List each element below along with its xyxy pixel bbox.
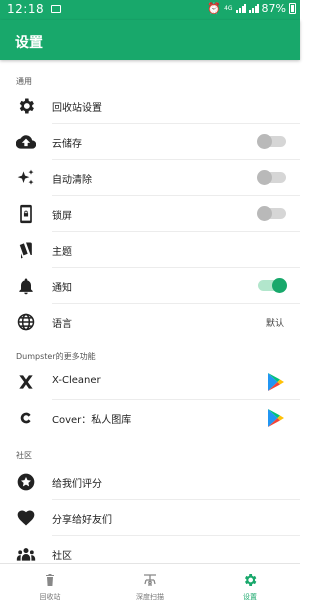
community-share[interactable]: 分享给好友们 xyxy=(0,500,300,536)
image-notification-icon xyxy=(51,5,61,13)
battery-percent: 87% xyxy=(261,2,286,15)
settings-list[interactable]: 通用 回收站设置 云储存 自动清除 锁屏 主题 通知 语言 默认 Dumpste… xyxy=(0,60,300,563)
toggle-thumb xyxy=(257,206,272,221)
trash-icon xyxy=(42,572,58,588)
lock-screen-toggle[interactable] xyxy=(257,206,286,221)
tab-settings[interactable]: 设置 xyxy=(200,564,300,607)
battery-icon xyxy=(289,3,296,14)
signal-icon xyxy=(235,4,246,13)
phone-lock-icon xyxy=(16,204,36,224)
setting-label: 云储存 xyxy=(52,139,82,150)
setting-lock-screen[interactable]: 锁屏 xyxy=(0,196,300,232)
theme-cards-icon xyxy=(16,240,36,260)
setting-label: 自动清除 xyxy=(52,175,92,186)
community-label: 分享给好友们 xyxy=(52,515,112,526)
play-store-icon[interactable] xyxy=(267,408,285,428)
bell-icon xyxy=(16,276,36,296)
bottom-navigation: 回收站 深度扫描 设置 xyxy=(0,563,300,607)
cover-c-icon xyxy=(16,408,36,428)
feature-label: X-Cleaner xyxy=(52,375,101,386)
auto-clean-toggle[interactable] xyxy=(257,170,286,185)
cloud-storage-toggle[interactable] xyxy=(257,134,286,149)
tab-label: 设置 xyxy=(243,593,257,601)
tab-deep-scan[interactable]: 深度扫描 xyxy=(100,564,200,607)
settings-icon xyxy=(242,572,258,588)
app-bar: 设置 xyxy=(0,20,300,60)
deep-scan-icon xyxy=(142,572,158,588)
alarm-icon: ⏰ xyxy=(207,2,222,15)
setting-label: 通知 xyxy=(52,283,72,294)
signal-icon-2 xyxy=(248,4,259,13)
community-label: 社区 xyxy=(52,551,72,562)
setting-label: 语言 xyxy=(52,319,72,330)
section-label-community: 社区 xyxy=(16,451,32,460)
setting-notifications[interactable]: 通知 xyxy=(0,268,300,304)
setting-label: 锁屏 xyxy=(52,211,72,222)
status-indicators: ⏰ 4G 87% xyxy=(207,2,296,15)
community-icon xyxy=(16,544,36,563)
toggle-thumb xyxy=(272,278,287,293)
sparkle-icon xyxy=(16,168,36,188)
setting-theme[interactable]: 主题 xyxy=(0,232,300,268)
status-time: 12:18 xyxy=(7,2,45,16)
setting-language[interactable]: 语言 默认 xyxy=(0,304,300,340)
setting-recycle-bin[interactable]: 回收站设置 xyxy=(0,88,300,124)
tab-label: 深度扫描 xyxy=(136,593,164,601)
feature-label: Cover：私人图库 xyxy=(52,415,132,426)
section-label-more-features: Dumpster的更多功能 xyxy=(16,352,96,361)
page-title: 设置 xyxy=(15,35,43,51)
feature-cover[interactable]: Cover：私人图库 xyxy=(0,400,300,436)
feature-x-cleaner[interactable]: X-Cleaner xyxy=(0,364,300,400)
tab-label: 回收站 xyxy=(39,593,61,601)
notifications-toggle[interactable] xyxy=(258,278,287,293)
globe-icon xyxy=(16,312,36,332)
heart-icon xyxy=(16,508,36,528)
toggle-thumb xyxy=(257,134,272,149)
language-value: 默认 xyxy=(265,319,284,329)
status-bar: 12:18 ⏰ 4G 87% xyxy=(0,0,300,20)
community-rate-us[interactable]: 给我们评分 xyxy=(0,464,300,500)
play-store-icon[interactable] xyxy=(267,372,285,392)
setting-label: 主题 xyxy=(52,247,72,258)
setting-cloud-storage[interactable]: 云储存 xyxy=(0,124,300,160)
tab-recycle-bin[interactable]: 回收站 xyxy=(0,564,100,607)
section-label-general: 通用 xyxy=(16,77,32,86)
community-community[interactable]: 社区 xyxy=(0,536,300,563)
gear-icon xyxy=(16,96,36,116)
setting-label: 回收站设置 xyxy=(52,103,102,114)
community-label: 给我们评分 xyxy=(52,479,102,490)
toggle-thumb xyxy=(257,170,272,185)
setting-auto-clean[interactable]: 自动清除 xyxy=(0,160,300,196)
cloud-upload-icon xyxy=(16,132,36,152)
star-icon xyxy=(16,472,36,492)
network-type: 4G xyxy=(224,5,233,12)
x-cleaner-icon xyxy=(16,372,36,392)
